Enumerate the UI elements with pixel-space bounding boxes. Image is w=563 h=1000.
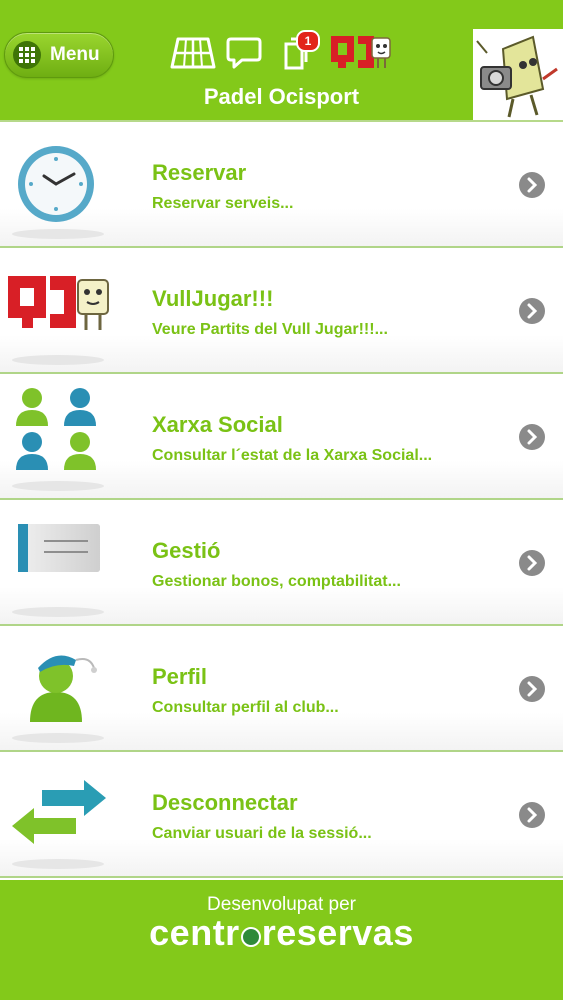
menu-item-subtitle: Canviar usuari de la sessió... [152,825,372,842]
grid-icon [13,41,41,69]
menu-item-gestio[interactable]: Gestió Gestionar bonos, comptabilitat... [0,500,563,626]
user-profile-icon [12,655,104,743]
menu-item-subtitle: Consultar perfil al club... [152,699,339,716]
main-menu-list: Reservar Reservar serveis... VullJugar!!… [0,120,563,880]
vulljugar-icon [8,276,109,365]
menu-item-subtitle: Reservar serveis... [152,195,294,212]
app-footer: Desenvolupat per centr reservas [0,880,563,1000]
menu-item-title: Xarxa Social [152,412,283,437]
chevron-right-icon[interactable] [518,423,546,451]
menu-item-subtitle: Consultar l´estat de la Xarxa Social... [152,447,433,464]
chevron-right-icon[interactable] [518,801,546,829]
menu-item-title: Reservar [152,160,247,185]
menu-item-title: Gestió [152,538,221,563]
switch-arrows-icon [12,780,106,869]
notification-badge: 1 [296,30,320,52]
menu-item-title: Perfil [152,664,208,689]
menu-item-title: VullJugar!!! [152,286,274,311]
ball-icon [240,927,261,947]
chevron-right-icon[interactable] [518,549,546,577]
card-icon [12,524,104,617]
brand-text-right: reservas [261,912,414,953]
menu-item-desconnectar[interactable]: Desconnectar Canviar usuari de la sessió… [0,752,563,878]
menu-item-vulljugar[interactable]: VullJugar!!! Veure Partits del Vull Juga… [0,248,563,374]
cartoon-avatar-icon [473,29,563,120]
menu-item-subtitle: Veure Partits del Vull Jugar!!!... [152,321,388,338]
brand-logo[interactable]: centr reservas [0,912,563,954]
menu-item-perfil[interactable]: Perfil Consultar perfil al club... [0,626,563,752]
menu-item-reservar[interactable]: Reservar Reservar serveis... [0,122,563,248]
app-header: Menu 1 Padel Ocisport [0,0,563,120]
people-icon [12,388,104,491]
brand-text-left: centr [149,912,240,953]
chevron-right-icon[interactable] [518,675,546,703]
menu-button[interactable]: Menu [4,32,114,78]
menu-item-subtitle: Gestionar bonos, comptabilitat... [152,573,401,590]
clock-icon [12,146,104,239]
chevron-right-icon[interactable] [518,171,546,199]
chat-icon[interactable] [226,36,262,70]
menu-item-xarxa-social[interactable]: Xarxa Social Consultar l´estat de la Xar… [0,374,563,500]
court-icon[interactable] [170,36,216,70]
menu-button-label: Menu [50,44,100,65]
vulljugar-logo-icon[interactable] [328,30,394,74]
chevron-right-icon[interactable] [518,297,546,325]
menu-item-title: Desconnectar [152,790,298,815]
avatar[interactable] [473,29,563,120]
